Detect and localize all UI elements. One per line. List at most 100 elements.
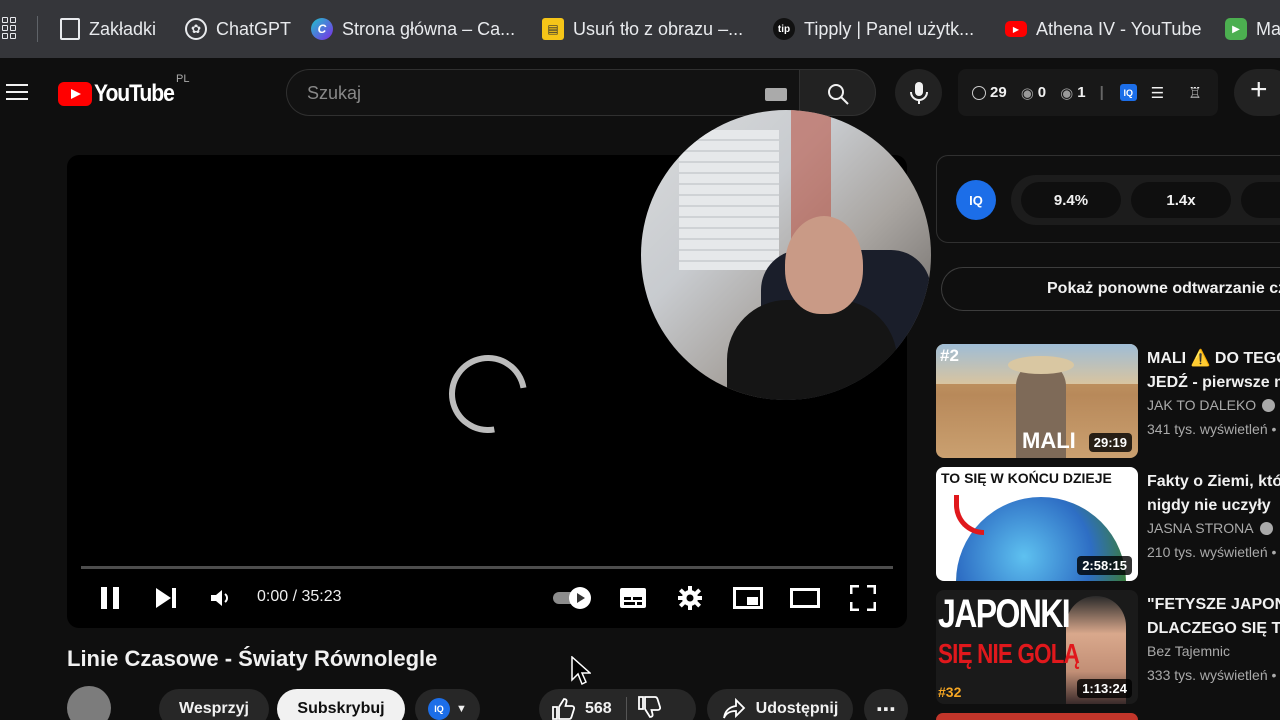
country-code: PL: [176, 73, 190, 85]
channel-name[interactable]: JASNA STRONA: [1147, 520, 1273, 536]
share-button[interactable]: Udostępnij: [707, 689, 853, 720]
video-thumbnail[interactable]: #2 MALI 29:19: [936, 344, 1138, 458]
recommendation-title[interactable]: Fakty o Ziemi, któ nigdy nie uczyły: [1147, 470, 1280, 518]
apps-grid-icon[interactable]: [0, 17, 16, 39]
plus-icon: +: [1250, 73, 1268, 106]
history-count: 29: [990, 84, 1007, 101]
share-icon: [722, 698, 745, 719]
settings-button[interactable]: [675, 580, 705, 616]
youtube-icon: ▶: [1005, 21, 1027, 37]
menu-icon[interactable]: [6, 84, 28, 100]
bookmark-removebg[interactable]: ▤ Usuń tło z obrazu –...: [542, 17, 743, 41]
create-button[interactable]: +: [1234, 69, 1280, 116]
iq-logo[interactable]: IQ: [956, 180, 996, 220]
bookmark-athena[interactable]: ▶ Athena IV - YouTube: [1005, 17, 1201, 41]
iq-dropdown-button[interactable]: IQ ▼: [415, 689, 480, 720]
iq-extension-icon[interactable]: IQ: [1119, 84, 1137, 101]
recommendation-item[interactable]: #2 MALI 29:19 MALI ⚠️ DO TEGO JEDŹ - pie…: [936, 344, 1280, 458]
bookmark-canva[interactable]: C Strona główna – Ca...: [311, 17, 515, 41]
trophy-icon[interactable]: ♖: [1188, 84, 1201, 102]
video-thumbnail[interactable]: JAPONKI SIĘ NIE GOLĄ #32 1:13:24: [936, 590, 1138, 704]
canva-icon: C: [311, 18, 333, 40]
thumb-badge: #2: [940, 346, 959, 365]
recommendation-item-partial[interactable]: [936, 713, 1138, 720]
volume-icon: [211, 590, 228, 606]
search-placeholder: Szukaj: [307, 83, 362, 103]
player-controls: 0:00 / 35:23: [67, 580, 907, 620]
list-icon[interactable]: ☰: [1151, 84, 1164, 102]
recommendation-title[interactable]: MALI ⚠️ DO TEGO JEDŹ - pierwsze m: [1147, 347, 1280, 395]
voice-search-button[interactable]: [895, 69, 942, 116]
mouse-cursor-icon: [571, 656, 591, 686]
bookmark-label: Usuń tło z obrazu –...: [573, 18, 744, 39]
bookmark-ma[interactable]: ▶ Ma: [1225, 17, 1280, 41]
replay-label: Pokaż ponowne odtwarzanie cz: [1047, 280, 1280, 297]
video-thumbnail[interactable]: TO SIĘ W KOŃCU DZIEJE 2:58:15: [936, 467, 1138, 581]
watched-stat[interactable]: ◉ 0: [1021, 84, 1046, 102]
volume-button[interactable]: [205, 580, 235, 616]
title-line: DLACZEGO SIĘ TA: [1147, 620, 1280, 637]
show-replay-button[interactable]: Pokaż ponowne odtwarzanie cz: [941, 267, 1280, 311]
views-stat[interactable]: ◉ 1: [1060, 84, 1085, 102]
thumb-badge: #32: [938, 684, 962, 700]
pause-button[interactable]: [95, 580, 125, 616]
masthead: YouTube PL Szukaj 29 ◉ 0 ◉ 1 | IQ ☰ ♖ +: [0, 58, 1280, 128]
history-stat[interactable]: 29: [972, 84, 1007, 101]
recommendation-title[interactable]: "FETYSZE JAPON DLACZEGO SIĘ TA: [1147, 593, 1280, 641]
subscribe-label: Subskrybuj: [297, 700, 385, 717]
miniplayer-button[interactable]: [733, 580, 763, 616]
verified-icon: [1262, 398, 1276, 412]
iq-stat-speed[interactable]: 1.4x: [1131, 182, 1231, 218]
thumb-overlay-text: TO SIĘ W KOŃCU DZIEJE: [941, 470, 1112, 486]
recommendation-item[interactable]: TO SIĘ W KOŃCU DZIEJE 2:58:15 Fakty o Zi…: [936, 467, 1280, 581]
like-button[interactable]: 568: [551, 698, 612, 720]
title-line: JEDŹ - pierwsze m: [1147, 374, 1280, 391]
more-actions-button[interactable]: ⋯: [864, 689, 908, 720]
bookmark-chatgpt[interactable]: ✿ ChatGPT: [185, 17, 291, 41]
autoplay-toggle[interactable]: [551, 580, 595, 616]
thumb-overlay-text: JAPONKI: [938, 592, 1071, 636]
bookmark-tipply[interactable]: tip Tipply | Panel użytk...: [773, 17, 974, 41]
bookmark-label: Ma: [1256, 18, 1280, 39]
iq-stat-more[interactable]: [1241, 182, 1280, 218]
eye-icon: ◉: [1020, 84, 1034, 102]
recommendation-item[interactable]: JAPONKI SIĘ NIE GOLĄ #32 1:13:24 "FETYSZ…: [936, 590, 1280, 704]
tipply-icon: tip: [773, 18, 795, 40]
next-button[interactable]: [151, 580, 181, 616]
more-icon: ⋯: [876, 698, 896, 720]
next-icon: [156, 588, 176, 608]
search-input[interactable]: Szukaj: [286, 69, 799, 116]
time-display: 0:00 / 35:23: [257, 588, 342, 605]
channel-avatar[interactable]: [67, 686, 111, 720]
bookmarks-divider: [37, 16, 38, 42]
fullscreen-button[interactable]: [848, 580, 878, 616]
subtitles-button[interactable]: [618, 580, 648, 616]
bookmark-label: Strona główna – Ca...: [342, 18, 516, 39]
thumb-overlay-text-2: SIĘ NIE GOLĄ: [938, 638, 1080, 669]
channel-name[interactable]: Bez Tajemnic: [1147, 643, 1230, 659]
channel-label: JAK TO DALEKO: [1147, 397, 1257, 413]
subscribe-button[interactable]: Subskrybuj: [277, 689, 405, 720]
search-icon: [828, 84, 849, 105]
keyboard-icon[interactable]: [765, 88, 787, 101]
views-count: 1: [1077, 84, 1086, 101]
youtube-logo[interactable]: YouTube: [58, 80, 185, 108]
theater-mode-button[interactable]: [789, 580, 821, 616]
dislike-button[interactable]: [637, 695, 661, 720]
bookmark-label: Zakładki: [89, 18, 157, 39]
support-button[interactable]: Wesprzyj: [159, 689, 269, 720]
progress-bar[interactable]: [81, 566, 893, 569]
chatgpt-icon: ✿: [185, 18, 207, 40]
search-button[interactable]: [799, 69, 876, 116]
autoplay-toggle-icon: [553, 587, 591, 609]
channel-label: Bez Tajemnic: [1147, 643, 1231, 659]
channel-name[interactable]: JAK TO DALEKO: [1147, 397, 1276, 413]
iq-extension-icon: IQ: [428, 698, 451, 720]
subtitles-icon: [620, 588, 646, 608]
extension-toolbar: 29 ◉ 0 ◉ 1 | IQ ☰ ♖: [958, 69, 1218, 116]
iq-stat-percent[interactable]: 9.4%: [1021, 182, 1121, 218]
verified-icon: [1259, 521, 1273, 535]
bookmark-zakladki[interactable]: Zakładki: [60, 17, 156, 41]
thumbs-down-icon: [637, 695, 661, 718]
like-dislike-group: 568: [539, 689, 696, 720]
